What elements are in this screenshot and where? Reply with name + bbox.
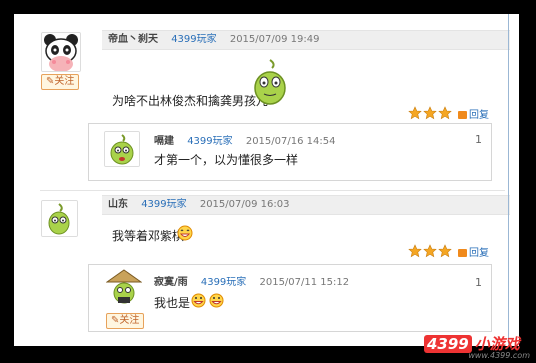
post-time: 2015/07/09 16:03 xyxy=(199,199,290,210)
follow-button[interactable]: ✎关注 xyxy=(41,74,80,90)
reply-index: 1 xyxy=(475,276,482,289)
post-time: 2015/07/09 19:49 xyxy=(229,34,320,45)
reply-box: ✎关注 寂寞/雨 4399玩家 2015/07/11 15:12 我也是 1 xyxy=(88,264,492,332)
rating-stars[interactable] xyxy=(408,244,453,258)
user-avatar-bean[interactable] xyxy=(41,200,78,237)
reply-button[interactable]: 回复 xyxy=(458,244,489,259)
reply-user-tag[interactable]: 4399玩家 xyxy=(201,277,246,288)
user-tag[interactable]: 4399玩家 xyxy=(171,34,216,45)
bean-emoji-icon xyxy=(254,59,286,105)
reply-index: 1 xyxy=(475,133,482,146)
reply-username[interactable]: 寂寞/雨 xyxy=(154,277,188,288)
bean-avatar-icon xyxy=(42,201,77,236)
reply-avatar[interactable] xyxy=(104,131,140,167)
follow-button[interactable]: ✎关注 xyxy=(106,313,145,329)
follow-label: 关注 xyxy=(119,315,140,326)
reply-label: 回复 xyxy=(469,248,489,259)
reply-header: 寂寞/雨 4399玩家 2015/07/11 15:12 xyxy=(154,273,349,288)
reply-label: 回复 xyxy=(469,110,489,121)
user-tag[interactable]: 4399玩家 xyxy=(141,199,186,210)
post-message: 我等着邓紫棋 xyxy=(112,229,185,243)
reply-icon xyxy=(458,111,467,119)
reply-time: 2015/07/11 15:12 xyxy=(259,277,350,288)
star-icon[interactable] xyxy=(423,106,437,120)
reply-time: 2015/07/16 14:54 xyxy=(245,136,336,147)
site-watermark: 4399 小游戏 www.4399.com xyxy=(424,333,536,361)
grin-emoji-icon xyxy=(177,225,193,241)
watermark-url: www.4399.com xyxy=(468,351,530,360)
post-message: 为啥不出林俊杰和擒龚男孩儿 xyxy=(112,94,269,108)
reply-username[interactable]: 嗝建 xyxy=(154,136,174,147)
follow-label: 关注 xyxy=(54,76,75,87)
watermark-brand: 4399 xyxy=(424,335,472,353)
reply-avatar[interactable] xyxy=(105,269,143,305)
post-username[interactable]: 帝血丶刹天 xyxy=(108,34,158,45)
bean-avatar-icon xyxy=(105,132,139,166)
star-icon[interactable] xyxy=(438,244,452,258)
star-icon[interactable] xyxy=(423,244,437,258)
reply-button[interactable]: 回复 xyxy=(458,106,489,121)
panda-avatar-icon xyxy=(42,33,80,71)
straw-hat-bean-icon xyxy=(105,269,143,304)
star-icon[interactable] xyxy=(438,106,452,120)
star-icon[interactable] xyxy=(408,244,422,258)
reply-message: 我也是 xyxy=(154,296,191,310)
rating-stars[interactable] xyxy=(408,106,453,120)
user-avatar-panda[interactable] xyxy=(41,32,81,72)
reply-header: 嗝建 4399玩家 2015/07/16 14:54 xyxy=(154,132,335,147)
reply-message: 才第一个，以为懂很多一样 xyxy=(154,153,299,167)
reply-box: 嗝建 4399玩家 2015/07/16 14:54 才第一个，以为懂很多一样 … xyxy=(88,123,492,181)
grin-emoji-icon xyxy=(191,293,206,308)
grin-emoji-icon xyxy=(209,293,224,308)
scrollbar-track[interactable] xyxy=(508,14,509,346)
post-username[interactable]: 山东 xyxy=(108,199,128,210)
comments-panel: ✎关注 帝血丶刹天 4399玩家 2015/07/09 19:49 为啥不出林俊… xyxy=(14,14,519,346)
reply-user-tag[interactable]: 4399玩家 xyxy=(187,136,232,147)
reply-icon xyxy=(458,249,467,257)
star-icon[interactable] xyxy=(408,106,422,120)
post-divider xyxy=(40,190,505,191)
post-header: 帝血丶刹天 4399玩家 2015/07/09 19:49 xyxy=(102,30,510,50)
post-header: 山东 4399玩家 2015/07/09 16:03 xyxy=(102,195,510,215)
